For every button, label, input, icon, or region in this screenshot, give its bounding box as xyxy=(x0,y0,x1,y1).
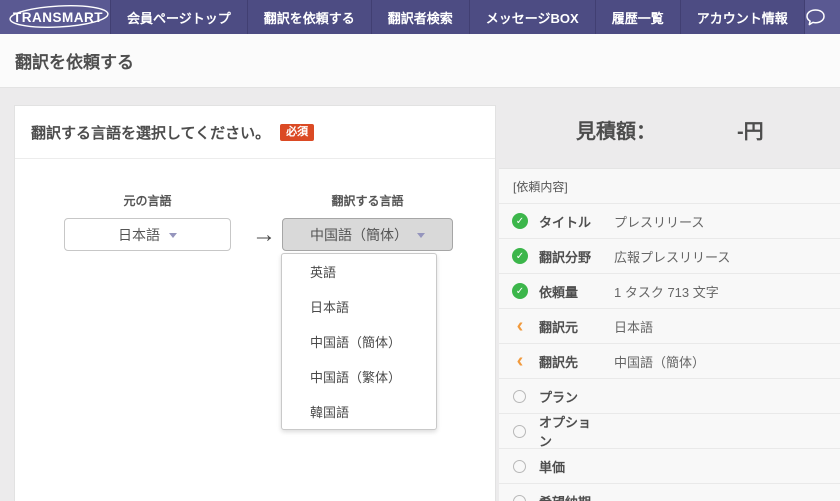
language-option[interactable]: 韓国語 xyxy=(282,394,436,429)
language-options-dropdown: 英語 日本語 中国語（簡体） 中国語（繁体） 韓国語 xyxy=(281,253,437,430)
estimate-value: -円 xyxy=(737,115,764,144)
card-heading: 翻訳する言語を選択してください。 xyxy=(31,122,270,143)
nav-item[interactable]: 翻訳者検索 xyxy=(371,0,469,34)
content: 翻訳する言語を選択してください。 必須 元の言語 翻訳する言語 日本語 → 中国… xyxy=(0,89,840,501)
summary-row-label: 翻訳先 xyxy=(539,352,601,371)
svg-text:TRANSMART: TRANSMART xyxy=(13,10,103,25)
summary-row: プラン xyxy=(499,378,840,413)
logo[interactable]: TRANSMART xyxy=(0,0,110,34)
summary-row-value: 中国語（簡体） xyxy=(614,352,705,371)
summary-row-label: 単価 xyxy=(539,457,601,476)
chat-bubble-icon[interactable] xyxy=(805,8,826,27)
chevron-left-icon: ‹ xyxy=(512,318,528,334)
language-option[interactable]: 英語 xyxy=(282,254,436,289)
summary-row: ✓ 依頼量 1 タスク 713 文字 xyxy=(499,273,840,308)
estimate-label: 見積額： xyxy=(576,115,656,144)
nav-icons xyxy=(805,0,840,34)
summary-row-value: プレスリリース xyxy=(614,212,704,231)
check-circle-icon: ✓ xyxy=(512,248,528,264)
summary-row: ‹ 翻訳先 中国語（簡体） xyxy=(499,343,840,378)
caret-down-icon xyxy=(169,233,177,238)
nav-menu: 会員ページトップ 翻訳を依頼する 翻訳者検索 メッセージBOX 履歴一覧 アカウ… xyxy=(110,0,805,34)
check-circle-icon: ✓ xyxy=(512,213,528,229)
required-badge: 必須 xyxy=(280,124,314,141)
summary-row-label: オプション xyxy=(539,412,601,450)
estimate-section: 見積額： -円 xyxy=(499,89,840,168)
summary-row-value: 1 タスク 713 文字 xyxy=(614,282,719,301)
lang-options: 英語 日本語 中国語（簡体） 中国語（繁体） 韓国語 xyxy=(282,254,436,429)
check-circle-icon: ✓ xyxy=(512,283,528,299)
caret-down-icon xyxy=(417,233,425,238)
request-details-title: [依頼内容] xyxy=(499,169,840,203)
empty-circle-icon xyxy=(513,495,526,501)
summary-row-value: 広報プレスリリース xyxy=(614,247,730,266)
language-option[interactable]: 中国語（簡体） xyxy=(282,324,436,359)
source-language-label: 元の言語 xyxy=(64,192,231,209)
summary-row: 希望納期 xyxy=(499,483,840,501)
summary-row-label: 翻訳元 xyxy=(539,317,601,336)
top-nav: TRANSMART 会員ページトップ 翻訳を依頼する 翻訳者検索 メッセージBO… xyxy=(0,0,840,34)
summary-row: 単価 xyxy=(499,448,840,483)
summary-row: ✓ タイトル プレスリリース xyxy=(499,203,840,238)
summary-row-label: 翻訳分野 xyxy=(539,247,601,266)
source-language-select[interactable]: 日本語 xyxy=(64,218,231,251)
target-language-label: 翻訳する言語 xyxy=(282,192,453,209)
arrow-right-icon: → xyxy=(246,218,282,251)
nav-item[interactable]: 会員ページトップ xyxy=(110,0,247,34)
summary-row: オプション xyxy=(499,413,840,448)
summary-rows: ✓ タイトル プレスリリース ✓ 翻訳分野 広報プレスリリース ✓ 依頼量 1 … xyxy=(499,203,840,501)
language-option[interactable]: 日本語 xyxy=(282,289,436,324)
page-title: 翻訳を依頼する xyxy=(15,48,134,73)
summary-row-label: タイトル xyxy=(539,212,601,231)
card-header: 翻訳する言語を選択してください。 必須 xyxy=(15,106,495,159)
request-details-panel: [依頼内容] ✓ タイトル プレスリリース ✓ 翻訳分野 広報プレスリリース ✓… xyxy=(499,168,840,501)
order-summary-sidebar: 見積額： -円 [依頼内容] ✓ タイトル プレスリリース ✓ 翻訳分野 広報プ… xyxy=(499,89,840,501)
empty-circle-icon xyxy=(513,425,526,438)
nav-item[interactable]: メッセージBOX xyxy=(469,0,595,34)
transmart-logo-swoosh: TRANSMART xyxy=(8,3,110,31)
summary-row: ✓ 翻訳分野 広報プレスリリース xyxy=(499,238,840,273)
language-select-card: 翻訳する言語を選択してください。 必須 元の言語 翻訳する言語 日本語 → 中国… xyxy=(14,105,496,501)
target-language-select[interactable]: 中国語（簡体） xyxy=(282,218,453,251)
summary-row: ‹ 翻訳元 日本語 xyxy=(499,308,840,343)
language-option[interactable]: 中国語（繁体） xyxy=(282,359,436,394)
empty-circle-icon xyxy=(513,460,526,473)
nav-item[interactable]: 履歴一覧 xyxy=(595,0,680,34)
summary-row-value: 日本語 xyxy=(614,317,653,336)
summary-row-label: 依頼量 xyxy=(539,282,601,301)
empty-circle-icon xyxy=(513,390,526,403)
title-bar: 翻訳を依頼する xyxy=(0,34,840,88)
nav-item[interactable]: 翻訳を依頼する xyxy=(247,0,371,34)
chevron-left-icon: ‹ xyxy=(512,353,528,369)
summary-row-label: プラン xyxy=(539,387,601,406)
summary-row-label: 希望納期 xyxy=(539,492,601,501)
nav-item[interactable]: アカウント情報 xyxy=(680,0,805,34)
